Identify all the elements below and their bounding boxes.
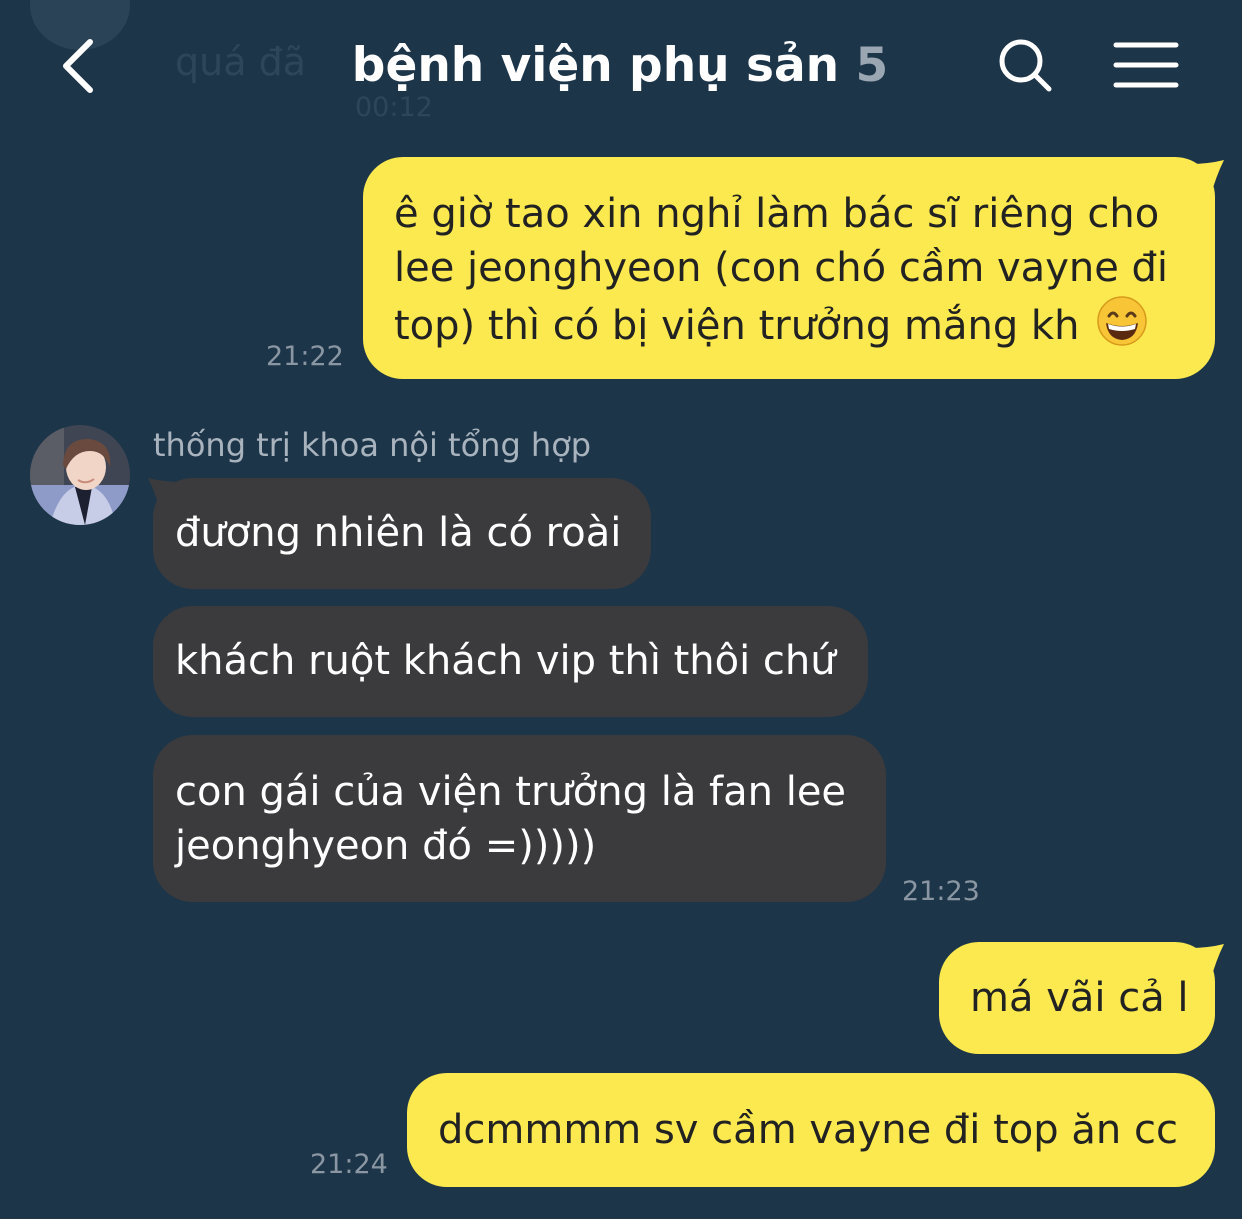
- message-text: dcmmmm sv cầm vayne đi top ăn cc: [438, 1107, 1178, 1153]
- their-message-bubble[interactable]: con gái của viện trưởng là fan lee jeong…: [153, 735, 886, 902]
- message-text: má vãi cả l: [970, 975, 1189, 1021]
- back-button[interactable]: [50, 30, 110, 100]
- chat-title: bệnh viện phụ sản 5: [310, 38, 930, 93]
- hamburger-menu-icon: [1113, 42, 1179, 88]
- their-message-bubble[interactable]: đương nhiên là có roài: [153, 478, 651, 589]
- chat-header: bệnh viện phụ sản 5: [0, 0, 1242, 135]
- search-button[interactable]: [995, 35, 1055, 95]
- member-count: 5: [855, 38, 889, 93]
- chevron-left-icon: [63, 39, 93, 93]
- message-timestamp: 21:23: [902, 876, 980, 907]
- chat-name: bệnh viện phụ sản: [351, 38, 840, 93]
- message-line: con gái của viện trưởng là fan lee: [175, 769, 847, 815]
- my-message-bubble[interactable]: dcmmmm sv cầm vayne đi top ăn cc: [407, 1073, 1215, 1187]
- grinning-face-emoji-icon: [1097, 296, 1147, 346]
- search-icon: [999, 39, 1052, 92]
- message-timestamp: 21:24: [310, 1149, 388, 1180]
- my-message-bubble[interactable]: ê giờ tao xin nghỉ làm bác sĩ riêng cho …: [363, 157, 1215, 379]
- message-line: jeonghyeon đó =))))): [175, 823, 597, 869]
- message-text: khách ruột khách vip thì thôi chứ: [175, 638, 836, 684]
- their-message-bubble[interactable]: khách ruột khách vip thì thôi chứ: [153, 606, 868, 717]
- menu-button[interactable]: [1112, 40, 1182, 90]
- message-line: ê giờ tao xin nghỉ làm bác sĩ riêng cho: [394, 191, 1160, 237]
- message-timestamp: 21:22: [266, 341, 344, 372]
- message-line: top) thì có bị viện trưởng mắng kh: [394, 303, 1080, 349]
- my-message-bubble[interactable]: má vãi cả l: [939, 942, 1215, 1054]
- avatar-photo: [30, 425, 130, 525]
- sender-name: thống trị khoa nội tổng hợp: [153, 426, 592, 464]
- sender-avatar[interactable]: [30, 425, 130, 525]
- message-line: lee jeonghyeon (con chó cầm vayne đi: [394, 245, 1169, 291]
- message-text: đương nhiên là có roài: [175, 510, 622, 556]
